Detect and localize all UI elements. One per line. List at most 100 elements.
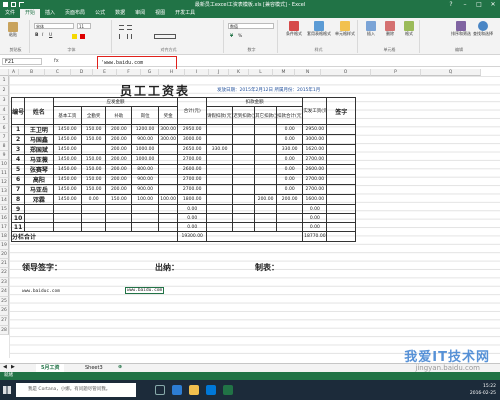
table-cell[interactable]: 150.00: [81, 184, 107, 195]
percent-icon[interactable]: %: [238, 34, 243, 39]
total-subtotal[interactable]: 19300.00: [177, 231, 207, 242]
table-cell[interactable]: 150.00: [81, 154, 107, 165]
total-sign[interactable]: [326, 231, 356, 242]
table-cell[interactable]: 10: [10, 213, 26, 223]
table-cell[interactable]: 8: [10, 194, 26, 205]
table-cell[interactable]: 300.00: [157, 134, 179, 145]
table-cell[interactable]: 2950.00: [177, 124, 207, 135]
help-icon[interactable]: ?: [444, 0, 458, 9]
table-cell[interactable]: [205, 164, 234, 175]
table-cell[interactable]: [105, 204, 133, 214]
table-cell[interactable]: 0.00: [302, 204, 328, 214]
table-cell[interactable]: 150.00: [81, 174, 107, 185]
table-cell[interactable]: 2700.00: [177, 154, 207, 165]
row-header[interactable]: 4: [0, 106, 9, 115]
prev-sheet-icon[interactable]: ◀: [3, 364, 7, 370]
table-cell[interactable]: [157, 204, 179, 214]
row-header[interactable]: 21: [0, 259, 9, 268]
table-cell[interactable]: [131, 204, 159, 214]
table-cell[interactable]: 马亚薇: [24, 154, 54, 165]
tab-file[interactable]: 文件: [0, 9, 21, 18]
selected-cell-url[interactable]: www.baidu.com: [125, 287, 165, 294]
column-header-g[interactable]: G: [141, 69, 159, 76]
column-header-i[interactable]: I: [185, 69, 209, 76]
table-cell[interactable]: 200.00: [105, 164, 133, 175]
align-top-icon[interactable]: [119, 25, 124, 30]
table-cell[interactable]: 200.00: [276, 194, 304, 205]
table-cell[interactable]: 张赛琴: [24, 164, 54, 175]
insert-button[interactable]: 插入: [362, 21, 380, 37]
column-header-p[interactable]: P: [371, 69, 421, 76]
table-cell[interactable]: 1200.00: [131, 124, 159, 135]
row-header[interactable]: 15: [0, 205, 9, 214]
table-cell[interactable]: [81, 213, 107, 223]
table-cell[interactable]: [254, 154, 278, 165]
row-header[interactable]: 10: [0, 160, 9, 169]
column-header-m[interactable]: M: [273, 69, 295, 76]
column-header-d[interactable]: D: [71, 69, 93, 76]
table-cell[interactable]: [205, 184, 234, 195]
table-cell[interactable]: [276, 213, 304, 223]
conditional-format-button[interactable]: 条件格式: [282, 21, 306, 37]
table-cell[interactable]: 2950.00: [302, 124, 328, 135]
row-header[interactable]: 26: [0, 306, 9, 316]
tab-view[interactable]: 视图: [150, 9, 170, 18]
row-header[interactable]: 8: [0, 142, 9, 151]
table-cell[interactable]: [52, 204, 83, 214]
table-cell[interactable]: [232, 154, 256, 165]
table-cell[interactable]: 100.00: [131, 194, 159, 205]
table-cell[interactable]: [205, 154, 234, 165]
row-header[interactable]: 25: [0, 296, 9, 307]
sign-cell[interactable]: [326, 124, 356, 135]
table-cell[interactable]: [254, 134, 278, 145]
tab-developer[interactable]: 开发工具: [170, 9, 200, 18]
row-header[interactable]: 19: [0, 241, 9, 250]
table-cell[interactable]: 王卫明: [24, 124, 54, 135]
row-header[interactable]: 18: [0, 232, 9, 241]
table-cell[interactable]: 6: [10, 174, 26, 185]
table-cell[interactable]: [205, 134, 234, 145]
table-cell[interactable]: 1450.00: [52, 154, 83, 165]
table-cell[interactable]: 0.00: [177, 204, 207, 214]
tab-insert[interactable]: 插入: [40, 9, 60, 18]
table-cell[interactable]: 0.00: [302, 213, 328, 223]
undo-icon[interactable]: [19, 2, 24, 7]
table-cell[interactable]: 1450.00: [52, 194, 83, 205]
table-cell[interactable]: 1450.00: [52, 164, 83, 175]
table-cell[interactable]: [232, 204, 256, 214]
table-cell[interactable]: 0.00: [276, 164, 304, 175]
next-sheet-icon[interactable]: ▶: [11, 364, 15, 370]
table-cell[interactable]: 200.00: [105, 174, 133, 185]
bold-icon[interactable]: B: [35, 33, 40, 38]
table-cell[interactable]: 0.00: [276, 154, 304, 165]
table-cell[interactable]: 马国鑫: [24, 134, 54, 145]
delete-button[interactable]: 删除: [381, 21, 399, 37]
close-button[interactable]: ✕: [486, 0, 500, 9]
italic-icon[interactable]: I: [42, 33, 47, 38]
table-cell[interactable]: 4: [10, 154, 26, 165]
tab-formulas[interactable]: 公式: [90, 9, 110, 18]
table-cell[interactable]: 2: [10, 134, 26, 145]
sort-filter-button[interactable]: 排序和筛选: [450, 21, 472, 37]
name-box[interactable]: F21: [2, 58, 42, 65]
table-cell[interactable]: 3000.00: [177, 134, 207, 145]
sign-cell[interactable]: [326, 174, 356, 185]
paste-button[interactable]: 粘贴: [8, 22, 18, 38]
table-cell[interactable]: [232, 124, 256, 135]
table-cell[interactable]: [232, 222, 256, 232]
row-header[interactable]: 23: [0, 277, 9, 288]
table-cell[interactable]: [157, 174, 179, 185]
number-format-select[interactable]: 数值: [228, 23, 274, 29]
table-format-button[interactable]: 套用表格格式: [306, 21, 332, 37]
column-header-h[interactable]: H: [159, 69, 185, 76]
table-cell[interactable]: 7: [10, 184, 26, 195]
table-cell[interactable]: [157, 222, 179, 232]
currency-icon[interactable]: ¥: [230, 34, 235, 39]
row-header[interactable]: 14: [0, 196, 9, 205]
table-cell[interactable]: [254, 184, 278, 195]
table-cell[interactable]: 11: [10, 222, 26, 232]
table-cell[interactable]: 2650.00: [177, 144, 207, 155]
table-cell[interactable]: [24, 204, 54, 214]
sign-cell[interactable]: [326, 144, 356, 155]
table-cell[interactable]: 3: [10, 144, 26, 155]
